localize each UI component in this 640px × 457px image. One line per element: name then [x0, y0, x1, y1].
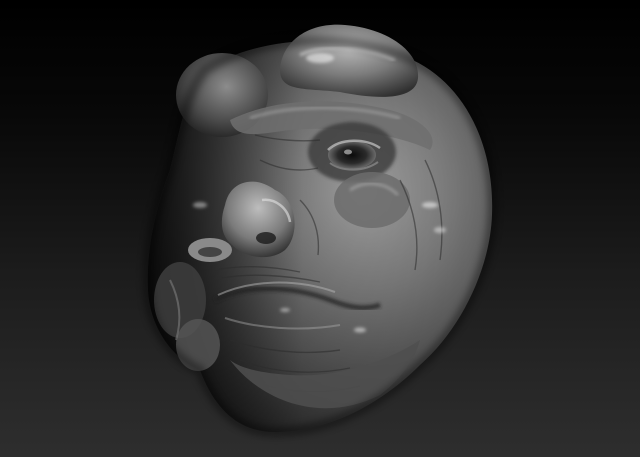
forehead-bulge [280, 24, 419, 97]
render-viewport [0, 0, 640, 457]
right-eye [308, 122, 396, 182]
cheek-lump [334, 172, 410, 228]
sculpt-render [142, 24, 498, 438]
